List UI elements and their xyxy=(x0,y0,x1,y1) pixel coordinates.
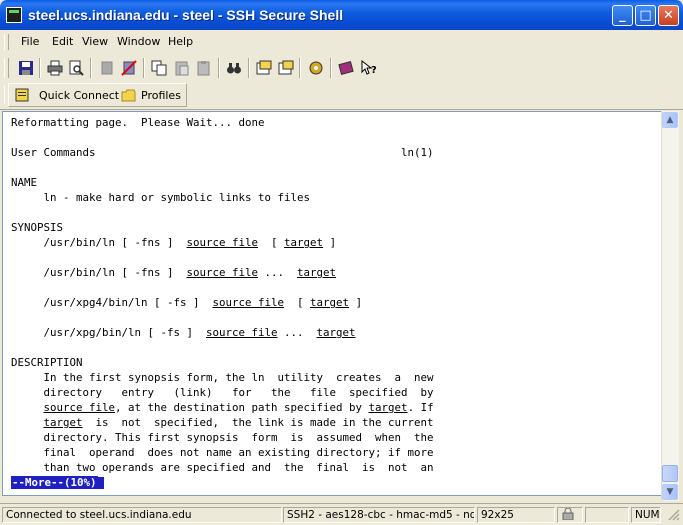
terminal-line: User Commands ln(1) xyxy=(11,146,434,159)
terminal-line: /usr/xpg/bin/ln [ -fs ] source file ... … xyxy=(11,326,356,339)
resize-grip-icon[interactable] xyxy=(663,507,681,523)
vertical-scrollbar[interactable]: ▲ ▼ xyxy=(661,111,679,501)
context-help-icon[interactable]: ? xyxy=(360,60,376,76)
terminal-output[interactable]: Reformatting page. Please Wait... done Us… xyxy=(2,111,663,496)
status-lock-icon xyxy=(557,507,583,523)
print-preview-icon[interactable] xyxy=(68,60,84,76)
terminal-line: directory. This first synopsis form is a… xyxy=(11,431,434,444)
svg-text:?: ? xyxy=(371,65,376,76)
folder-icon[interactable] xyxy=(121,89,136,102)
terminal-line: Reformatting page. Please Wait... done xyxy=(11,116,265,129)
terminal-line: /usr/xpg4/bin/ln [ -fs ] source file [ t… xyxy=(11,296,363,309)
menu-window[interactable]: Window xyxy=(117,35,160,48)
toolbar-separator xyxy=(39,58,41,78)
terminal-line: target is not specified, the link is mad… xyxy=(43,416,434,429)
terminal-line: DESCRIPTION xyxy=(11,356,83,369)
terminal-line: In the first synopsis form, the ln utili… xyxy=(11,371,434,384)
toolbar-separator xyxy=(330,58,332,78)
title-bar[interactable]: steel.ucs.indiana.edu - steel - SSH Secu… xyxy=(0,0,683,30)
terminal-line: /usr/bin/ln [ -fns ] source file ... tar… xyxy=(11,266,337,279)
disconnect-icon[interactable] xyxy=(99,60,115,76)
paste-icon[interactable] xyxy=(174,60,190,76)
terminal-line: than two operands are specified and the … xyxy=(11,461,434,474)
menu-grip[interactable] xyxy=(4,34,9,50)
status-terminal-size: 92x25 xyxy=(477,507,555,523)
new-window-icon[interactable] xyxy=(278,60,294,76)
quick-connect-button[interactable]: Quick Connect xyxy=(39,89,119,102)
toolbar-separator xyxy=(218,58,220,78)
terminal-line: ln - make hard or symbolic links to file… xyxy=(11,191,311,204)
profiles-button[interactable]: Profiles xyxy=(141,89,181,102)
quick-connect-group: Quick Connect Profiles xyxy=(8,83,187,107)
maximize-button[interactable]: □ xyxy=(635,5,656,26)
paste-alt-icon[interactable] xyxy=(196,60,212,76)
copy-icon[interactable] xyxy=(151,60,167,76)
toolbar-grip[interactable] xyxy=(4,58,9,78)
menu-view[interactable]: View xyxy=(82,35,108,48)
status-connection: Connected to steel.ucs.indiana.edu xyxy=(2,507,282,523)
more-prompt-line: --More--(10%) xyxy=(11,475,434,490)
transfer-icon[interactable] xyxy=(256,60,272,76)
terminal-line: /usr/bin/ln [ -fns ] source file [ targe… xyxy=(11,236,337,249)
menu-bar: File Edit View Window Help xyxy=(0,30,683,55)
scroll-down-button[interactable]: ▼ xyxy=(662,484,678,500)
status-cipher: SSH2 - aes128-cbc - hmac-md5 - none xyxy=(283,507,475,523)
settings-icon[interactable] xyxy=(308,60,324,76)
toolbar-separator xyxy=(248,58,250,78)
terminal-app-icon[interactable] xyxy=(6,7,22,23)
menu-help[interactable]: Help xyxy=(168,35,193,48)
terminal-text: Reformatting page. Please Wait... done Us… xyxy=(11,115,434,490)
menu-edit[interactable]: Edit xyxy=(52,35,73,48)
minimize-button[interactable]: _ xyxy=(612,5,633,26)
toolbar-separator xyxy=(90,58,92,78)
quick-connect-icon[interactable] xyxy=(15,88,29,102)
quick-connect-bar: Quick Connect Profiles xyxy=(0,82,683,110)
cursor xyxy=(97,477,104,489)
toolbar-separator xyxy=(299,58,301,78)
close-button[interactable]: ✕ xyxy=(658,5,679,26)
ssh-window: steel.ucs.indiana.edu - steel - SSH Secu… xyxy=(0,0,683,525)
scroll-up-button[interactable]: ▲ xyxy=(662,112,678,128)
terminal-line: final operand does not name an existing … xyxy=(11,446,434,459)
toolbar: ? xyxy=(0,54,683,83)
find-icon[interactable] xyxy=(226,60,242,76)
window-title: steel.ucs.indiana.edu - steel - SSH Secu… xyxy=(28,7,344,23)
new-connection-icon[interactable] xyxy=(121,60,137,76)
status-bar: Connected to steel.ucs.indiana.edu SSH2 … xyxy=(0,503,683,525)
scroll-thumb[interactable] xyxy=(662,465,678,482)
terminal-line: NAME xyxy=(11,176,38,189)
toolbar-separator xyxy=(143,58,145,78)
more-prompt: --More--(10%) xyxy=(11,476,98,489)
status-num-lock: NUM xyxy=(631,507,661,523)
terminal-line: directory entry (link) for the file spec… xyxy=(11,386,434,399)
print-icon[interactable] xyxy=(47,60,63,76)
terminal-line: source file, at the destination path spe… xyxy=(43,401,434,414)
menu-file[interactable]: File xyxy=(21,35,39,48)
help-topics-icon[interactable] xyxy=(338,60,354,76)
status-scroll xyxy=(585,507,629,523)
terminal-line: SYNOPSIS xyxy=(11,221,64,234)
save-icon[interactable] xyxy=(18,60,34,76)
